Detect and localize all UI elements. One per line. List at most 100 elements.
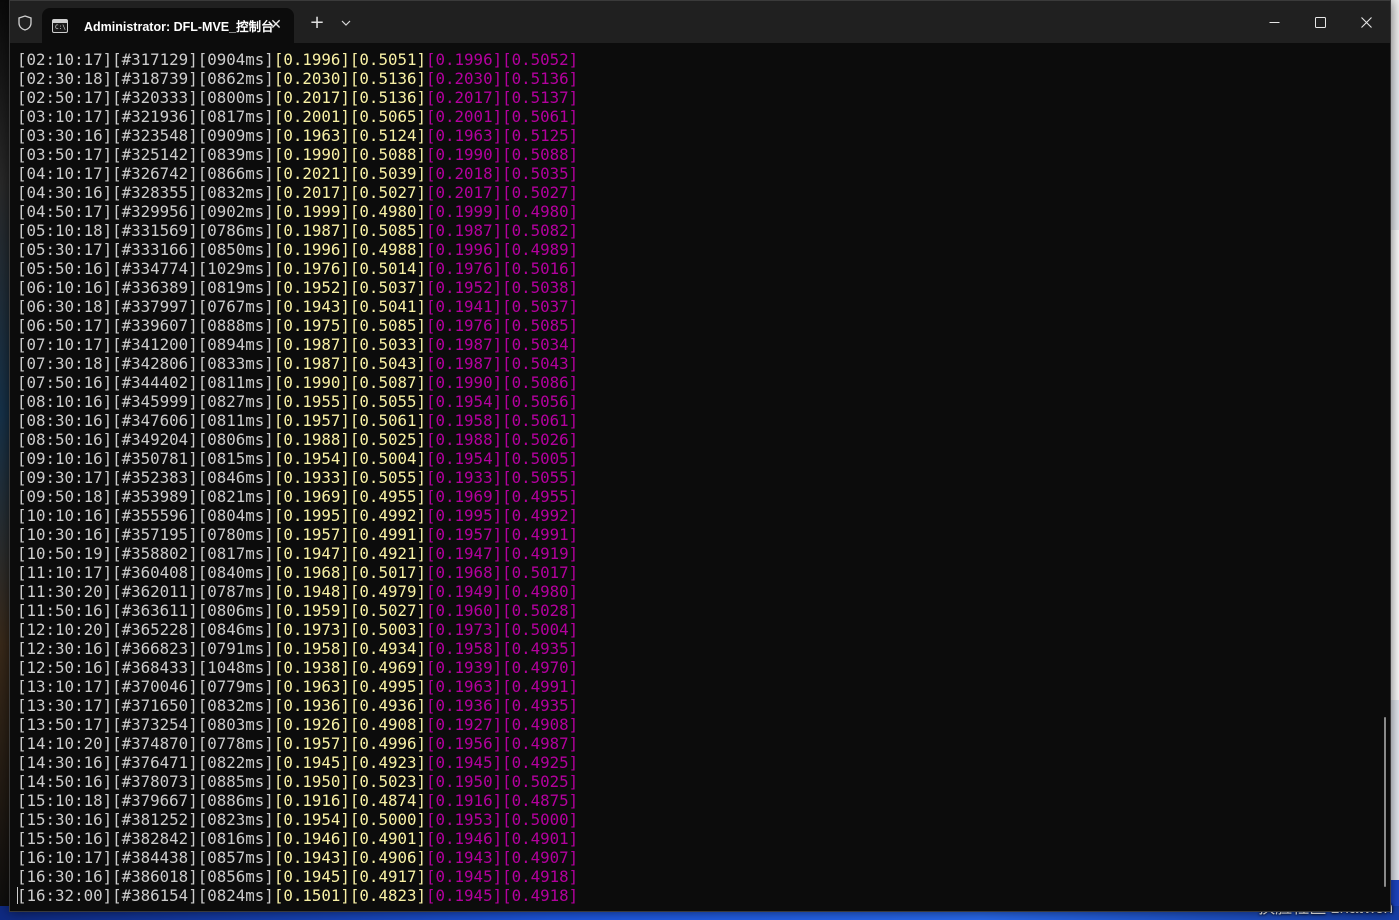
- log-duration: [0822ms]: [197, 753, 274, 772]
- log-loss-src: [0.1958]: [273, 639, 350, 658]
- log-duration: [0904ms]: [197, 50, 274, 69]
- log-line: [03:50:17][#325142][0839ms][0.1990][0.50…: [17, 145, 1390, 164]
- close-tab-icon[interactable]: ✕: [268, 17, 284, 33]
- log-loss-dst: [0.5136]: [349, 69, 426, 88]
- chevron-down-icon[interactable]: [337, 14, 355, 32]
- log-avg-loss-src: [0.1945]: [426, 886, 503, 905]
- log-loss-src: [0.1916]: [273, 791, 350, 810]
- log-avg-loss-dst: [0.4875]: [502, 791, 579, 810]
- scrollbar-thumb[interactable]: [1384, 717, 1386, 887]
- log-iteration: [#382842]: [112, 829, 198, 848]
- log-loss-dst: [0.4923]: [349, 753, 426, 772]
- log-loss-src: [0.1943]: [273, 297, 350, 316]
- log-avg-loss-src: [0.2030]: [426, 69, 503, 88]
- log-loss-dst: [0.5027]: [349, 601, 426, 620]
- log-avg-loss-dst: [0.5125]: [502, 126, 579, 145]
- log-duration: [0888ms]: [197, 316, 274, 335]
- log-duration: [0811ms]: [197, 411, 274, 430]
- log-avg-loss-dst: [0.5027]: [502, 183, 579, 202]
- log-iteration: [#370046]: [112, 677, 198, 696]
- log-loss-dst: [0.4936]: [349, 696, 426, 715]
- log-loss-dst: [0.5043]: [349, 354, 426, 373]
- log-loss-src: [0.2030]: [273, 69, 350, 88]
- log-duration: [0856ms]: [197, 867, 274, 886]
- log-loss-dst: [0.5124]: [349, 126, 426, 145]
- log-line: [12:30:16][#366823][0791ms][0.1958][0.49…: [17, 639, 1390, 658]
- log-iteration: [#360408]: [112, 563, 198, 582]
- log-loss-src: [0.1996]: [273, 240, 350, 259]
- log-duration: [0846ms]: [197, 620, 274, 639]
- log-loss-src: [0.1973]: [273, 620, 350, 639]
- log-time: [03:10:17]: [17, 107, 113, 126]
- log-avg-loss-src: [0.1987]: [426, 221, 503, 240]
- log-loss-dst: [0.5085]: [349, 316, 426, 335]
- log-iteration: [#317129]: [112, 50, 198, 69]
- console-output[interactable]: [02:10:17][#317129][0904ms][0.1996][0.50…: [10, 43, 1390, 911]
- log-time: [15:30:16]: [17, 810, 113, 829]
- log-time: [14:10:20]: [17, 734, 113, 753]
- log-iteration: [#328355]: [112, 183, 198, 202]
- terminal-icon: C:\: [52, 18, 68, 33]
- log-iteration: [#374870]: [112, 734, 198, 753]
- log-avg-loss-dst: [0.4918]: [502, 867, 579, 886]
- log-loss-dst: [0.5055]: [349, 468, 426, 487]
- log-avg-loss-src: [0.1936]: [426, 696, 503, 715]
- terminal-window: C:\ Administrator: DFL-MVE_控制台 ✕ + [02:1…: [9, 0, 1391, 912]
- tab-console[interactable]: C:\ Administrator: DFL-MVE_控制台 ✕: [42, 8, 294, 43]
- maximize-button[interactable]: [1297, 5, 1343, 39]
- log-loss-src: [0.1976]: [273, 259, 350, 278]
- log-loss-dst: [0.5061]: [349, 411, 426, 430]
- log-loss-src: [0.1501]: [273, 886, 350, 905]
- log-avg-loss-src: [0.1952]: [426, 278, 503, 297]
- log-avg-loss-dst: [0.5037]: [502, 297, 579, 316]
- log-duration: [0804ms]: [197, 506, 274, 525]
- log-loss-src: [0.1975]: [273, 316, 350, 335]
- log-loss-src: [0.1963]: [273, 677, 350, 696]
- log-iteration: [#363611]: [112, 601, 198, 620]
- log-loss-dst: [0.4921]: [349, 544, 426, 563]
- log-duration: [0823ms]: [197, 810, 274, 829]
- log-line: [10:50:19][#358802][0817ms][0.1947][0.49…: [17, 544, 1390, 563]
- new-tab-button[interactable]: +: [307, 13, 327, 33]
- log-iteration: [#320333]: [112, 88, 198, 107]
- log-line: [03:10:17][#321936][0817ms][0.2001][0.50…: [17, 107, 1390, 126]
- log-avg-loss-src: [0.1949]: [426, 582, 503, 601]
- log-avg-loss-dst: [0.5016]: [502, 259, 579, 278]
- log-iteration: [#323548]: [112, 126, 198, 145]
- log-line: [03:30:16][#323548][0909ms][0.1963][0.51…: [17, 126, 1390, 145]
- log-avg-loss-src: [0.1954]: [426, 392, 503, 411]
- close-window-button[interactable]: [1343, 5, 1389, 39]
- log-avg-loss-src: [0.1958]: [426, 639, 503, 658]
- log-avg-loss-dst: [0.4901]: [502, 829, 579, 848]
- log-iteration: [#352383]: [112, 468, 198, 487]
- log-time: [03:50:17]: [17, 145, 113, 164]
- log-avg-loss-src: [0.1973]: [426, 620, 503, 639]
- log-time: [02:30:18]: [17, 69, 113, 88]
- log-iteration: [#366823]: [112, 639, 198, 658]
- log-loss-dst: [0.5033]: [349, 335, 426, 354]
- log-duration: [0821ms]: [197, 487, 274, 506]
- log-time: [12:50:16]: [17, 658, 113, 677]
- log-loss-dst: [0.4969]: [349, 658, 426, 677]
- log-avg-loss-dst: [0.5026]: [502, 430, 579, 449]
- log-loss-dst: [0.5025]: [349, 430, 426, 449]
- log-time: [06:30:18]: [17, 297, 113, 316]
- title-bar[interactable]: C:\ Administrator: DFL-MVE_控制台 ✕ +: [10, 1, 1390, 43]
- log-time: [12:30:16]: [17, 639, 113, 658]
- log-duration: [0832ms]: [197, 183, 274, 202]
- log-loss-dst: [0.4901]: [349, 829, 426, 848]
- log-duration: [0824ms]: [197, 886, 274, 905]
- log-duration: [0780ms]: [197, 525, 274, 544]
- log-iteration: [#331569]: [112, 221, 198, 240]
- log-loss-src: [0.1995]: [273, 506, 350, 525]
- minimize-button[interactable]: [1251, 5, 1297, 39]
- log-avg-loss-dst: [0.5055]: [502, 468, 579, 487]
- log-duration: [0902ms]: [197, 202, 274, 221]
- log-time: [06:10:16]: [17, 278, 113, 297]
- log-avg-loss-src: [0.1943]: [426, 848, 503, 867]
- log-iteration: [#355596]: [112, 506, 198, 525]
- log-line: [15:30:16][#381252][0823ms][0.1954][0.50…: [17, 810, 1390, 829]
- log-avg-loss-src: [0.1996]: [426, 50, 503, 69]
- log-time: [16:30:16]: [17, 867, 113, 886]
- log-avg-loss-dst: [0.5137]: [502, 88, 579, 107]
